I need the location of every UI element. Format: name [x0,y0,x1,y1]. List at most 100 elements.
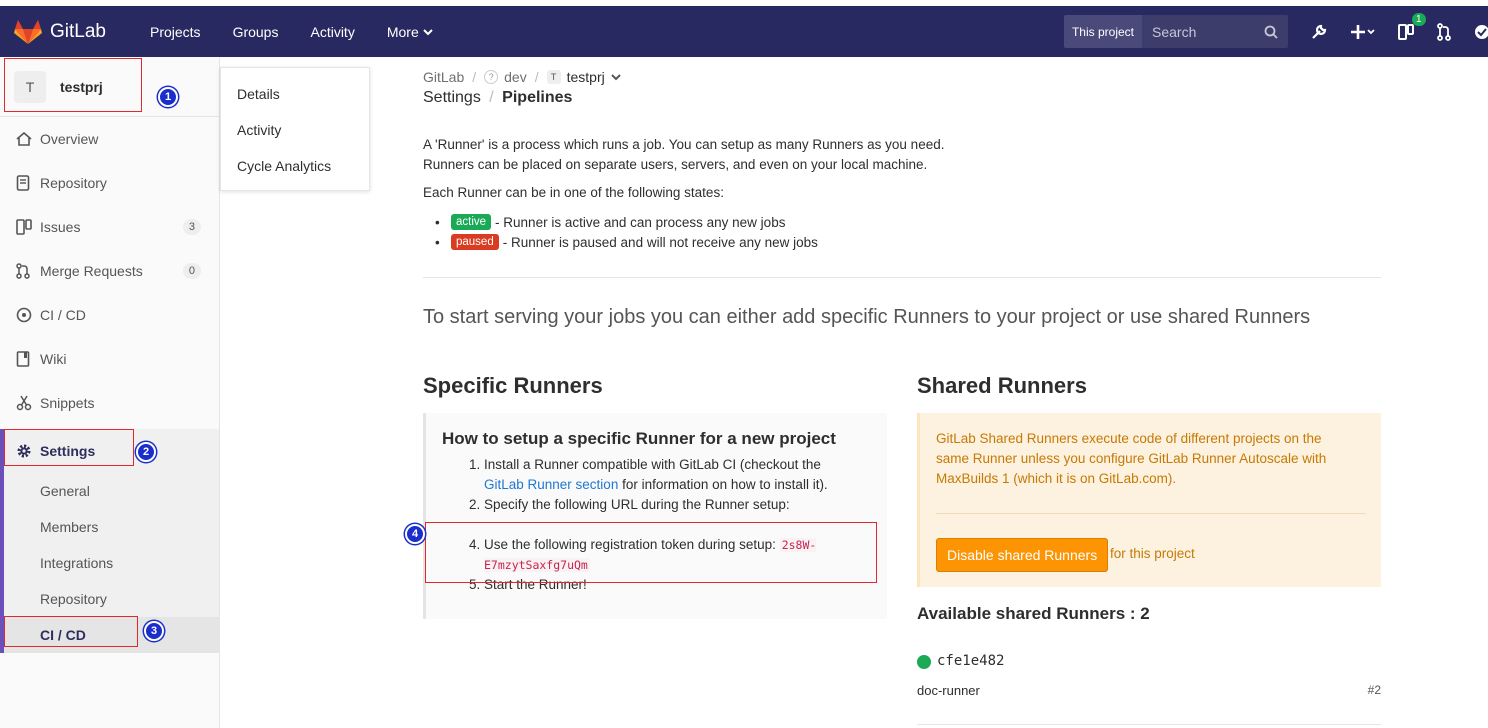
repository-icon [16,175,34,191]
sidebar-item-label: CI / CD [40,307,86,323]
sidebar-item-issues[interactable]: Issues 3 [0,205,219,249]
runner-intro: A 'Runner' is a process which runs a job… [423,135,944,175]
sidebar-subitem-integrations[interactable]: Integrations [0,545,219,581]
runner-status-dot-icon [917,655,931,669]
breadcrumb-root[interactable]: GitLab [423,69,464,85]
group-avatar-icon: ? [484,70,499,84]
chevron-down-icon [423,28,433,35]
flyout-item-activity[interactable]: Activity [221,112,369,148]
lead-text: To start serving your jobs you can eithe… [423,306,1311,328]
paused-description: - Runner is paused and will not receive … [502,234,818,250]
sidebar-subitem-repository[interactable]: Repository [0,581,219,617]
setup-step-1: Install a Runner compatible with GitLab … [484,455,864,495]
for-project-text: for this project [1110,546,1195,561]
intro-line-1: A 'Runner' is a process which runs a job… [423,137,945,152]
gitlab-runner-section-link[interactable]: GitLab Runner section [484,477,618,492]
sidebar-subitem-members[interactable]: Members [0,509,219,545]
disable-shared-runners-button[interactable]: Disable shared Runners [936,538,1109,572]
runner-token[interactable]: cfe1e482 [937,653,1004,669]
sidebar-item-label: Wiki [40,351,67,367]
gitlab-logo-icon [14,19,42,44]
sidebar-item-label: Snippets [40,395,95,411]
merge-request-icon [16,263,34,279]
divider [423,277,1381,278]
top-navbar: GitLab Projects Groups Activity More Thi… [0,6,1488,57]
divider [936,513,1366,514]
list-item: paused - Runner is paused and will not r… [451,232,818,252]
admin-wrench-icon[interactable] [1310,23,1328,41]
home-icon [16,132,34,146]
breadcrumb-separator: / [489,89,494,106]
step-1-text: Install a Runner compatible with GitLab … [484,457,821,472]
page-section[interactable]: Settings [423,89,481,106]
overview-flyout-menu: Details Activity Cycle Analytics [220,67,370,191]
annotation-marker-4: 4 [405,524,425,544]
flyout-item-cycle-analytics[interactable]: Cycle Analytics [221,148,369,184]
flyout-item-details[interactable]: Details [221,76,369,112]
search-icon [1264,25,1278,39]
sidebar-item-label: Issues [40,219,81,235]
nav-right: This project Search 1 [1063,12,1488,49]
nav-groups[interactable]: Groups [233,24,279,40]
sidebar-item-wiki[interactable]: Wiki [0,337,219,381]
search-placeholder: Search [1152,23,1197,40]
active-badge: active [451,214,492,230]
annotation-marker-2: 2 [136,442,156,462]
sidebar-item-ci-cd[interactable]: CI / CD [0,293,219,337]
search-scope[interactable]: This project [1063,15,1142,48]
todo-count-badge: 1 [1412,12,1426,26]
breadcrumb: GitLab / ? dev / T testprj [423,69,623,85]
search-input[interactable]: Search [1142,15,1288,48]
page-name[interactable]: Pipelines [502,89,572,106]
annotation-box-settings [4,429,134,466]
page-title: Settings / Pipelines [423,89,572,107]
states-intro: Each Runner can be in one of the followi… [423,185,724,200]
issues-count-badge: 3 [182,219,201,235]
intro-line-2: Runners can be placed on separate users,… [423,157,928,172]
sidebar-subitem-general[interactable]: General [0,473,219,509]
brand-name: GitLab [50,20,106,42]
sidebar-item-merge-requests[interactable]: Merge Requests 0 [0,249,219,293]
specific-runner-setup-box: How to setup a specific Runner for a new… [423,413,887,619]
state-list: active - Runner is active and can proces… [451,212,818,252]
sidebar-item-label: Merge Requests [40,263,143,279]
breadcrumb-separator: / [534,69,539,85]
setup-box-title: How to setup a specific Runner for a new… [442,429,836,448]
annotation-box-project [4,58,142,112]
nav-projects[interactable]: Projects [150,24,201,40]
sidebar-item-label: Overview [40,131,99,147]
sidebar-item-repository[interactable]: Repository [0,161,219,205]
nav-more[interactable]: More [387,24,434,40]
breadcrumb-project[interactable]: testprj [567,69,605,85]
annotation-marker-3: 3 [144,621,164,641]
chevron-down-icon[interactable] [609,72,623,82]
shared-runners-description: GitLab Shared Runners execute code of di… [936,431,1327,486]
new-plus-icon[interactable] [1350,24,1376,40]
shared-runners-title: Shared Runners [917,373,1087,398]
merge-requests-icon[interactable] [1436,22,1452,41]
breadcrumb-separator: / [472,69,477,85]
available-shared-runners-title: Available shared Runners : 2 [917,604,1150,623]
setup-step-2: Specify the following URL during the Run… [484,495,864,515]
rocket-icon [16,307,34,323]
breadcrumb-project-avatar: T [546,70,561,84]
book-icon [16,351,34,367]
shared-runner-row: cfe1e482 doc-runner #2 [917,653,1381,713]
divider [917,724,1381,725]
breadcrumb-group[interactable]: dev [504,69,527,85]
brand-link[interactable]: GitLab [14,19,106,45]
sidebar-item-label: Repository [40,175,107,191]
issues-todo-icon[interactable]: 1 [1398,12,1426,41]
annotation-marker-1: 1 [158,87,178,107]
sidebar-item-snippets[interactable]: Snippets [0,381,219,425]
issues-icon [16,219,34,235]
runner-id: #2 [1367,683,1381,697]
list-item: active - Runner is active and can proces… [451,212,818,232]
sidebar-item-overview[interactable]: Overview [0,117,219,161]
paused-badge: paused [451,234,499,250]
runner-description: doc-runner [917,683,980,698]
nav-activity[interactable]: Activity [310,24,354,40]
todos-check-icon[interactable] [1474,24,1488,40]
step-1-text-end: for information on how to install it). [622,477,828,492]
merge-requests-count-badge: 0 [182,263,201,279]
